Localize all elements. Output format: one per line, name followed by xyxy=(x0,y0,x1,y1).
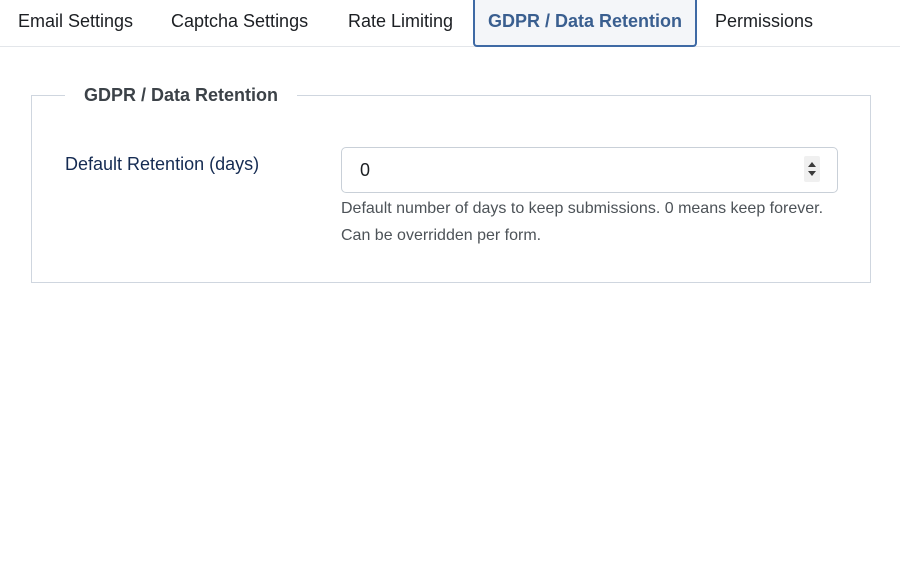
default-retention-label: Default Retention (days) xyxy=(65,154,260,174)
fieldset-legend: GDPR / Data Retention xyxy=(65,84,298,106)
help-line-2: Can be overridden per form. xyxy=(341,227,542,244)
help-line-1: Default number of days to keep submissio… xyxy=(341,200,824,217)
spin-up-icon[interactable] xyxy=(808,162,816,167)
default-retention-value: 0 xyxy=(360,160,371,180)
gdpr-fieldset: GDPR / Data Retention Default Retention … xyxy=(31,84,871,283)
number-spinner[interactable] xyxy=(804,156,820,182)
tab-captcha-settings[interactable]: Captcha Settings xyxy=(171,0,308,47)
spin-down-icon[interactable] xyxy=(808,171,816,176)
settings-tabs: Email Settings Captcha Settings Rate Lim… xyxy=(0,0,900,47)
tab-email-settings[interactable]: Email Settings xyxy=(18,0,133,47)
default-retention-help: Default number of days to keep submissio… xyxy=(341,195,861,249)
tab-permissions[interactable]: Permissions xyxy=(715,0,813,47)
default-retention-input[interactable]: 0 xyxy=(341,147,838,193)
tab-gdpr-data-retention[interactable]: GDPR / Data Retention xyxy=(473,0,697,47)
tab-rate-limiting[interactable]: Rate Limiting xyxy=(348,0,453,47)
